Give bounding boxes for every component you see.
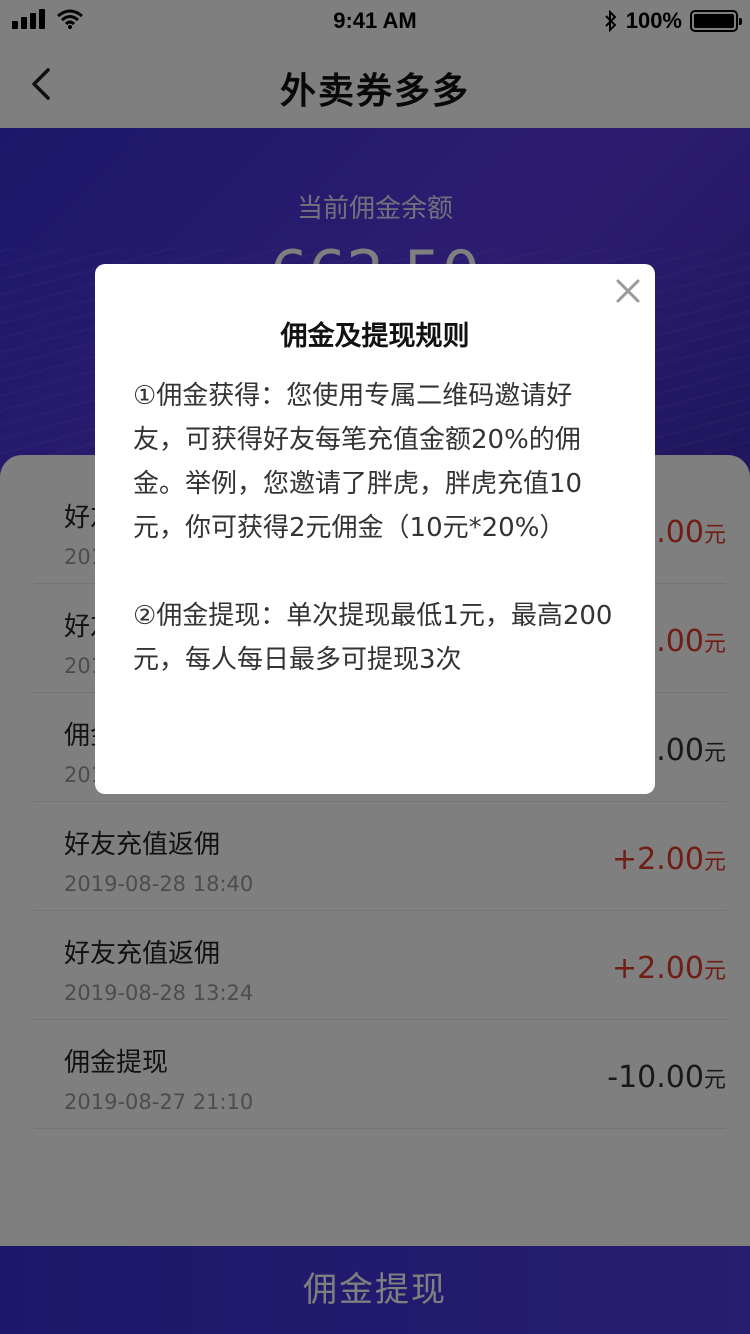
close-icon[interactable]: [615, 278, 641, 304]
rules-modal: 佣金及提现规则 ①佣金获得：您使用专属二维码邀请好友，可获得好友每笔充值金额20…: [95, 264, 655, 794]
modal-title: 佣金及提现规则: [280, 321, 470, 352]
rule-commission-withdrawal: ②佣金提现：单次提现最低1元，最高200元，每人每日最多可提现3次: [133, 601, 613, 675]
modal-body: ①佣金获得：您使用专属二维码邀请好友，可获得好友每笔充值金额20%的佣金。举例，…: [133, 374, 623, 682]
rule-commission-earning: ①佣金获得：您使用专属二维码邀请好友，可获得好友每笔充值金额20%的佣金。举例，…: [133, 381, 583, 543]
